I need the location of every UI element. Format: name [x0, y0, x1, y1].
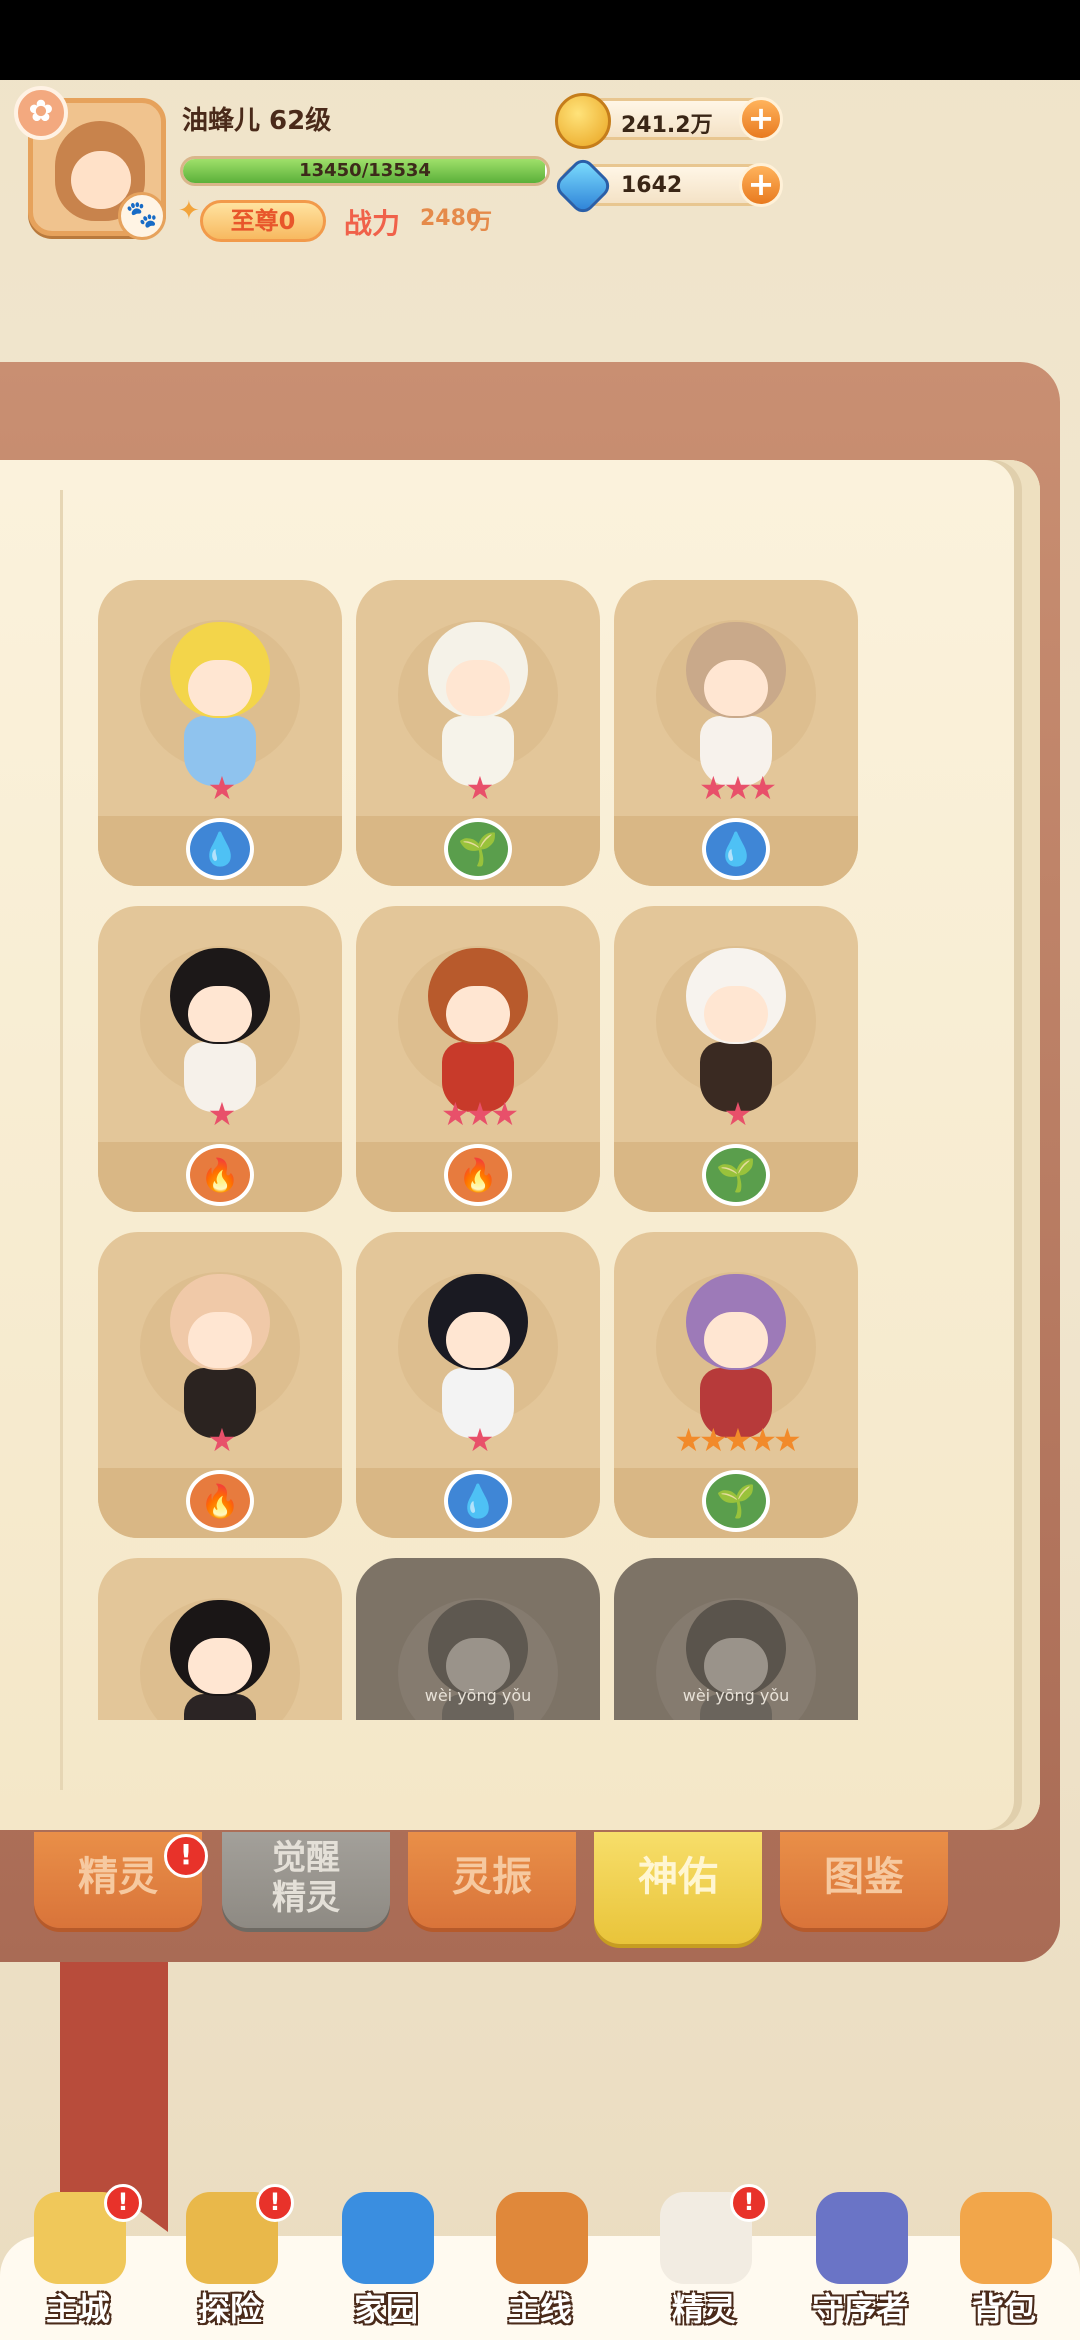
star-rating: ★★★★★: [674, 1421, 801, 1459]
spirit-figure-face: [446, 660, 510, 716]
bottom-nav: 主城! 探险! 家园 主线 精灵! 守序者 背包: [0, 2170, 1080, 2340]
locked-label: wèi yōng yǒu: [682, 1686, 790, 1705]
coin-counter: 241.2万 +: [555, 93, 783, 149]
spirit-figure-face: [704, 1312, 768, 1368]
spirit-card[interactable]: ★ 🔥: [98, 1232, 342, 1538]
nav-label: 家园: [353, 2290, 418, 2328]
power-label: 战力: [344, 207, 401, 240]
nav-label: 主线: [507, 2290, 572, 2328]
paw-icon[interactable]: 🐾: [118, 192, 166, 240]
spirit-card[interactable]: ★ 💧: [356, 1232, 600, 1538]
tab-label-line1: 觉醒: [272, 1838, 340, 1878]
nav-icon: [496, 2192, 588, 2284]
notification-badge: !: [104, 2184, 142, 2222]
locked-label: wèi yōng yǒu: [424, 1686, 532, 1705]
nav-item-5[interactable]: 守序者: [790, 2170, 930, 2340]
water-element-icon: 💧: [444, 1470, 512, 1532]
spirit-card[interactable]: ★★★ 🔥: [356, 906, 600, 1212]
sparkle-icon: ✦: [178, 196, 200, 226]
spirit-figure-face: [188, 1638, 252, 1694]
page-divider: [60, 490, 63, 1790]
nav-label: 精灵: [671, 2290, 736, 2328]
spirit-card[interactable]: ★ 💧: [98, 580, 342, 886]
spirit-card[interactable]: [98, 1558, 342, 1720]
nav-item-3[interactable]: 主线: [470, 2170, 610, 2340]
nav-icon: [342, 2192, 434, 2284]
grass-element-icon: 🌱: [444, 818, 512, 880]
water-element-icon: 💧: [186, 818, 254, 880]
spirit-card[interactable]: ★ 🔥: [98, 906, 342, 1212]
spirit-figure-face: [188, 986, 252, 1042]
nav-label: 背包: [971, 2290, 1036, 2328]
spirit-card[interactable]: ★ 🌱: [356, 580, 600, 886]
star-rating: ★: [465, 769, 495, 807]
vip-badge[interactable]: 至尊0: [200, 200, 326, 242]
coin-icon: [555, 93, 611, 149]
spirit-figure-face: [188, 1312, 252, 1368]
tab-2[interactable]: 灵振: [408, 1832, 576, 1928]
nav-label: 主城: [45, 2290, 110, 2328]
fire-element-icon: 🔥: [444, 1144, 512, 1206]
fire-element-icon: 🔥: [186, 1144, 254, 1206]
notification-badge: !: [164, 1834, 208, 1878]
nav-item-2[interactable]: 家园: [316, 2170, 456, 2340]
star-rating: ★★★: [440, 1095, 519, 1133]
spirit-card[interactable]: ★★★ 💧: [614, 580, 858, 886]
gem-value: 1642: [621, 173, 683, 198]
spirit-card[interactable]: ★★★★★ 🌱: [614, 1232, 858, 1538]
tab-1[interactable]: 觉醒 精灵: [222, 1832, 390, 1928]
spirit-figure-face: [188, 660, 252, 716]
gem-icon: [551, 154, 615, 218]
xp-text: 13450/13534: [299, 160, 431, 181]
spirit-card-locked[interactable]: wèi yōng yǒu: [356, 1558, 600, 1720]
star-rating: ★★★: [698, 769, 777, 807]
player-name: 油蜂儿 62级: [182, 106, 332, 136]
player-hud: ✿ 🐾 油蜂儿 62级 13450/13534 ✦ 至尊0 战力 2480 万 …: [0, 80, 1080, 270]
star-rating: ★: [207, 1095, 237, 1133]
star-rating: ★: [207, 769, 237, 807]
spirit-figure-face: [446, 986, 510, 1042]
add-coins-button[interactable]: +: [739, 97, 783, 141]
gem-counter: 1642 +: [551, 154, 783, 218]
coin-value: 241.2万: [621, 113, 713, 138]
nav-label: 守序者: [811, 2290, 908, 2328]
star-rating: ★: [207, 1421, 237, 1459]
star-rating: ★: [723, 1095, 753, 1133]
fire-element-icon: 🔥: [186, 1470, 254, 1532]
nav-item-1[interactable]: 探险!: [160, 2170, 300, 2340]
nav-label: 探险: [197, 2290, 262, 2328]
spirit-figure-face: [704, 660, 768, 716]
spirit-grid: ★ 💧 ★ 🌱 ★★★ 💧 ★ 🔥 ★★★ 🔥 ★ 🌱 ★ 🔥 ★ 💧 ★★★★★ 🌱 wèi yōng yǒu wè…: [98, 580, 862, 1720]
tab-label-line2: 精灵: [272, 1878, 340, 1918]
star-rating: ★: [465, 1421, 495, 1459]
nav-item-0[interactable]: 主城!: [8, 2170, 148, 2340]
nav-item-6[interactable]: 背包: [934, 2170, 1074, 2340]
nav-item-4[interactable]: 精灵!: [634, 2170, 774, 2340]
spirit-figure-body: [184, 1694, 256, 1720]
nav-icon: [816, 2192, 908, 2284]
water-element-icon: 💧: [702, 818, 770, 880]
grass-element-icon: 🌱: [702, 1144, 770, 1206]
grass-element-icon: 🌱: [702, 1470, 770, 1532]
spirit-figure-face: [704, 986, 768, 1042]
spirit-card[interactable]: ★ 🌱: [614, 906, 858, 1212]
tab-4[interactable]: 图鉴: [780, 1832, 948, 1928]
nav-icon: [960, 2192, 1052, 2284]
xp-bar: 13450/13534: [180, 156, 550, 186]
spirit-figure-face: [446, 1312, 510, 1368]
bookmark-ribbon: [60, 1962, 168, 2232]
add-gems-button[interactable]: +: [739, 163, 783, 207]
notification-badge: !: [256, 2184, 294, 2222]
tab-3[interactable]: 神佑: [594, 1832, 762, 1944]
spirit-card-locked[interactable]: wèi yōng yǒu: [614, 1558, 858, 1720]
status-bar: [0, 0, 1080, 80]
avatar-face: [71, 151, 131, 209]
flower-gear-icon[interactable]: ✿: [14, 86, 68, 140]
power-unit: 万: [470, 210, 493, 235]
notification-badge: !: [730, 2184, 768, 2222]
